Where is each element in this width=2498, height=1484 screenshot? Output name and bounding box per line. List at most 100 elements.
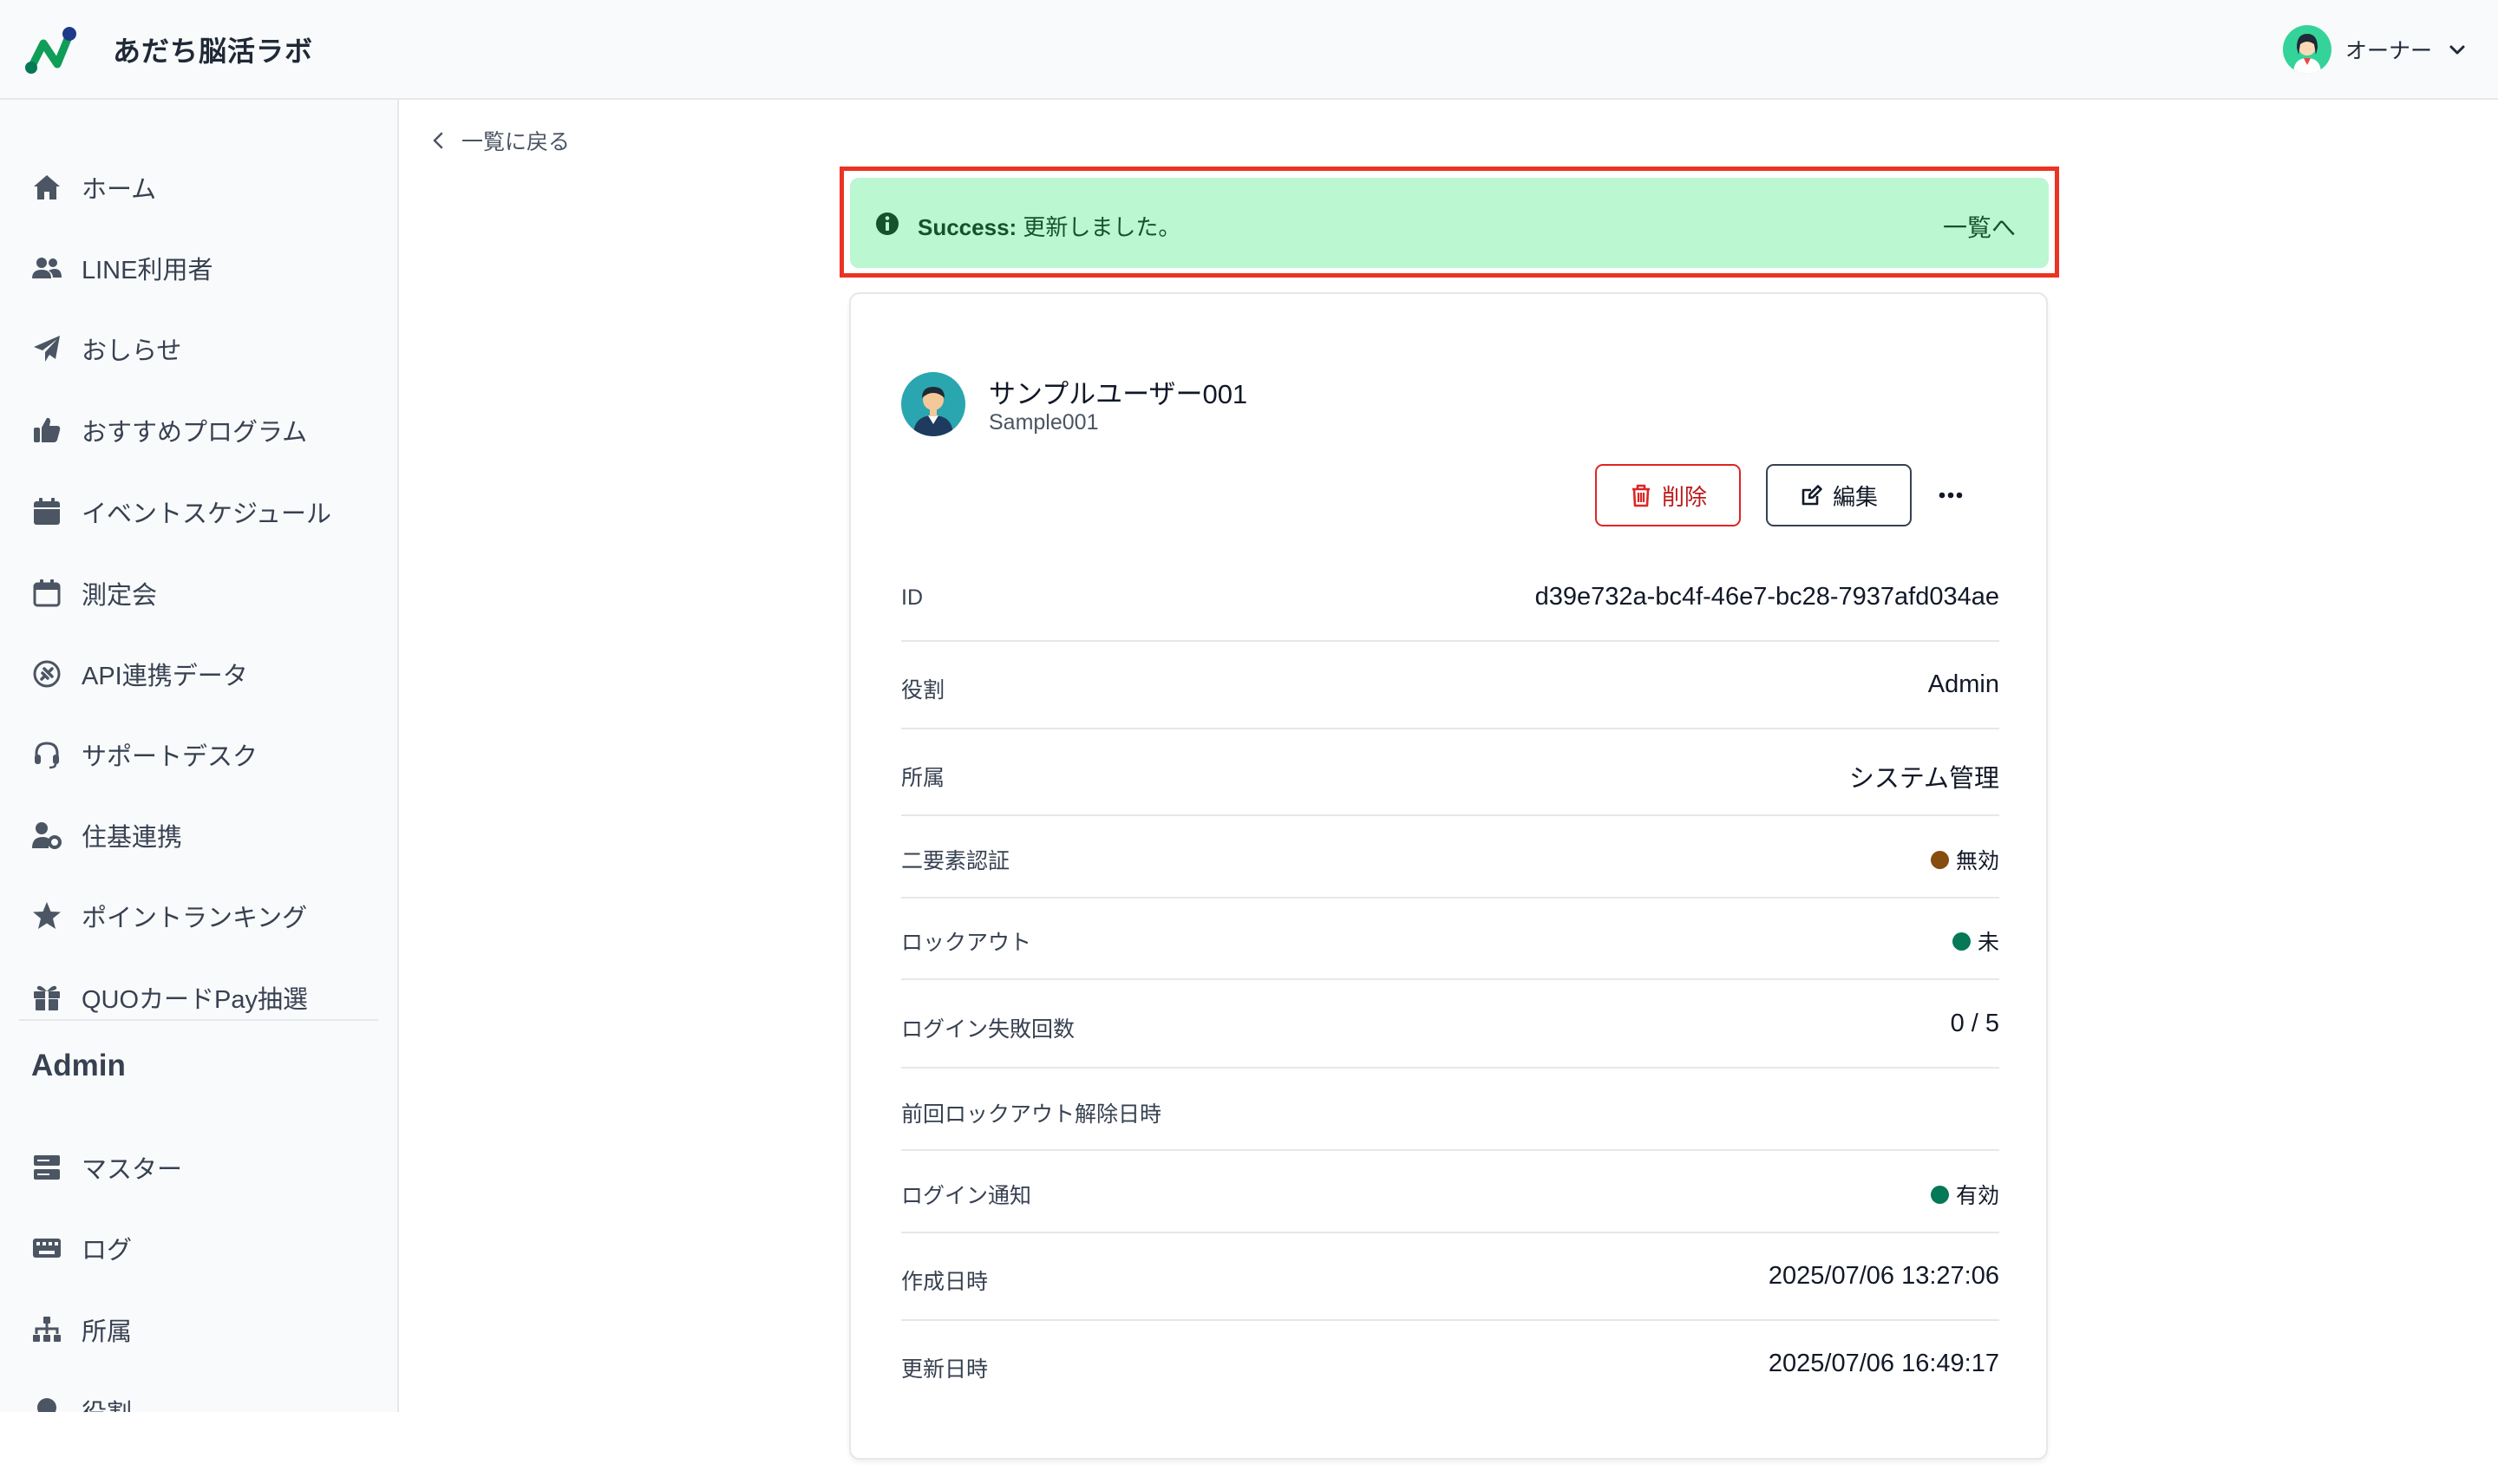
- sidebar-item-home[interactable]: ホーム: [0, 157, 397, 218]
- sidebar-item-resident-link[interactable]: 住基連携: [0, 805, 397, 866]
- gift-icon: [29, 980, 64, 1015]
- sidebar-item-label: サポートデスク: [82, 743, 258, 771]
- detail-label: 二要素認証: [901, 849, 1010, 873]
- user-avatar: [2282, 25, 2331, 74]
- sidebar-item-label: 測定会: [82, 582, 158, 610]
- star-icon: [29, 899, 64, 933]
- sidebar-item-label: おすすめプログラム: [82, 419, 308, 447]
- success-alert: Success: 更新しました。 一覧へ: [850, 178, 2049, 268]
- sidebar-item-notices[interactable]: おしらせ: [0, 318, 397, 379]
- app-title: あだち脳活ラボ: [113, 36, 314, 67]
- sidebar-admin-heading: Admin: [31, 1049, 126, 1082]
- detail-value: Admin: [1927, 670, 1999, 698]
- sidebar-item-affiliation[interactable]: 所属: [0, 1299, 397, 1360]
- app-logo[interactable]: [24, 24, 78, 76]
- sidebar-item-master[interactable]: マスター: [0, 1137, 397, 1198]
- sidebar-divider: [19, 1019, 378, 1021]
- user-name: オーナー: [2344, 39, 2432, 63]
- sidebar-item-label: 所属: [82, 1318, 133, 1346]
- detail-label: ID: [901, 585, 923, 610]
- sidebar-item-label: API連携データ: [82, 663, 248, 690]
- detail-label: 役割: [901, 678, 945, 703]
- detail-label: 前回ロックアウト解除日時: [901, 1102, 1162, 1127]
- back-to-list-link[interactable]: 一覧に戻る: [428, 125, 570, 156]
- sidebar-item-event-schedule[interactable]: イベントスケジュール: [0, 481, 397, 542]
- detail-value: d39e732a-bc4f-46e7-bc28-7937afd034ae: [1534, 583, 1999, 611]
- status-text: 無効: [1955, 849, 1999, 873]
- thumbs-up-icon: [29, 413, 64, 448]
- server-icon: [29, 1150, 64, 1185]
- sidebar-item-support-desk[interactable]: サポートデスク: [0, 724, 397, 785]
- detail-label: 所属: [901, 766, 945, 790]
- sitemap-icon: [29, 1312, 64, 1347]
- profile-name: サンプルユーザー001: [989, 379, 1248, 409]
- sidebar-item-point-ranking[interactable]: ポイントランキング: [0, 886, 397, 946]
- status-badge: 未: [1952, 925, 1999, 957]
- detail-row-updated-at: 更新日時 2025/07/06 16:49:17: [901, 1321, 1999, 1409]
- sidebar-item-logs[interactable]: ログ: [0, 1218, 397, 1278]
- sidebar-item-label: 住基連携: [82, 824, 183, 852]
- user-detail-card: サンプルユーザー001 Sample001 削除 編集 ID d39e732a-…: [849, 292, 2048, 1460]
- detail-row-created-at: 作成日時 2025/07/06 13:27:06: [901, 1233, 1999, 1321]
- detail-label: 作成日時: [901, 1270, 989, 1294]
- alert-back-to-list-link[interactable]: 一覧へ: [1943, 209, 2016, 244]
- chevron-down-icon: [2449, 45, 2465, 55]
- user-menu[interactable]: オーナー: [2282, 24, 2467, 75]
- sidebar: ホーム LINE利用者 おしらせ おすすめプログラム イベントスケジュール 測定…: [0, 100, 399, 1412]
- detail-row-id: ID d39e732a-bc4f-46e7-bc28-7937afd034ae: [901, 555, 1999, 642]
- sidebar-item-label: LINE利用者: [82, 257, 213, 284]
- keyboard-icon: [29, 1231, 64, 1265]
- calendar-icon: [29, 576, 64, 611]
- alert-message: Success: 更新しました。: [918, 210, 1180, 242]
- sidebar-item-line-users[interactable]: LINE利用者: [0, 238, 397, 298]
- detail-label: ロックアウト: [901, 931, 1032, 955]
- detail-row-login-failures: ログイン失敗回数 0 / 5: [901, 980, 1999, 1069]
- headset-icon: [29, 737, 64, 772]
- sidebar-item-role[interactable]: 役割: [0, 1381, 397, 1412]
- user-gear-icon: [29, 818, 64, 853]
- paper-plane-icon: [29, 331, 64, 366]
- sidebar-item-label: ログ: [82, 1237, 133, 1265]
- plug-icon: [29, 657, 64, 691]
- detail-label: 更新日時: [901, 1357, 989, 1382]
- edit-button[interactable]: 編集: [1766, 464, 1912, 526]
- detail-row-affiliation: 所属 システム管理: [901, 729, 1999, 816]
- detail-value: システム管理: [1848, 765, 1999, 793]
- sidebar-item-label: ポイントランキング: [82, 905, 308, 932]
- sidebar-item-label: QUOカードPay抽選: [82, 986, 309, 1014]
- detail-label: ログイン通知: [901, 1184, 1032, 1208]
- sidebar-item-recommended[interactable]: おすすめプログラム: [0, 400, 397, 461]
- delete-button[interactable]: 削除: [1595, 464, 1741, 526]
- profile-avatar: [901, 372, 965, 436]
- status-badge: 有効: [1930, 1179, 1999, 1210]
- alert-prefix: Success:: [918, 214, 1017, 240]
- detail-row-login-notify: ログイン通知 有効: [901, 1151, 1999, 1233]
- detail-value: 2025/07/06 16:49:17: [1768, 1350, 1999, 1377]
- status-dot: [1930, 1185, 1949, 1204]
- status-text: 未: [1977, 931, 1999, 955]
- alert-message-text: 更新しました。: [1017, 214, 1181, 240]
- info-icon: [876, 212, 899, 235]
- detail-row-two-factor: 二要素認証 無効: [901, 816, 1999, 899]
- sidebar-item-label: おしらせ: [82, 337, 182, 365]
- edit-icon: [1802, 485, 1822, 506]
- more-options-button[interactable]: [1932, 476, 1970, 514]
- status-text: 有効: [1955, 1184, 1999, 1208]
- detail-row-last-unlock: 前回ロックアウト解除日時: [901, 1069, 1999, 1151]
- calendar-filled-icon: [29, 494, 64, 529]
- home-icon: [29, 170, 64, 205]
- sidebar-item-measurement[interactable]: 測定会: [0, 563, 397, 624]
- status-badge: 無効: [1930, 844, 1999, 875]
- profile-username: Sample001: [989, 410, 1099, 435]
- status-dot: [1930, 850, 1949, 869]
- award-icon: [29, 1394, 64, 1412]
- sidebar-item-label: マスター: [82, 1156, 183, 1184]
- trash-icon: [1632, 484, 1650, 507]
- delete-button-label: 削除: [1661, 483, 1707, 510]
- sidebar-item-label: 役割: [82, 1393, 132, 1412]
- detail-value: 0 / 5: [1950, 1010, 1999, 1037]
- sidebar-item-api-data[interactable]: API連携データ: [0, 644, 397, 704]
- top-header: あだち脳活ラボ オーナー: [0, 0, 2498, 100]
- detail-row-role: 役割 Admin: [901, 642, 1999, 729]
- chevron-left-icon: [433, 132, 443, 149]
